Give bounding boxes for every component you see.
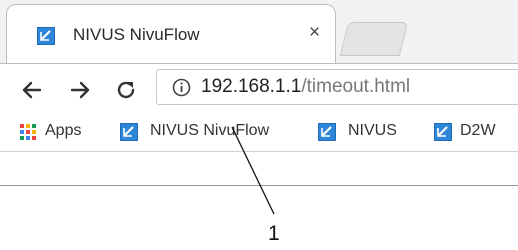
back-arrow-icon[interactable] xyxy=(20,78,44,102)
url-path: /timeout.html xyxy=(301,76,411,97)
bookmark-label: NIVUS xyxy=(348,122,397,139)
apps-bookmark[interactable]: Apps xyxy=(20,121,100,143)
reload-icon[interactable] xyxy=(114,78,138,102)
bookmark-nivus[interactable]: NIVUS xyxy=(318,121,418,143)
browser-tab[interactable]: NIVUS NivuFlow × xyxy=(6,4,336,64)
forward-arrow-icon[interactable] xyxy=(68,78,92,102)
apps-grid-icon xyxy=(20,124,36,145)
callout-number: 1 xyxy=(268,222,280,245)
apps-label: Apps xyxy=(45,122,82,139)
window-bottom-border xyxy=(0,185,518,186)
bookmark-nivus-nivuflow[interactable]: NIVUS NivuFlow xyxy=(120,121,310,143)
browser-window: NIVUS NivuFlow × 192.168.1.1/timeout.htm… xyxy=(0,0,518,186)
nivus-favicon-icon xyxy=(37,27,55,50)
url-host: 192.168.1.1 xyxy=(201,76,302,97)
tab-title: NIVUS NivuFlow xyxy=(73,25,200,44)
nivus-favicon-icon xyxy=(318,123,336,146)
bookmark-label: D2W xyxy=(460,122,496,139)
close-tab-icon[interactable]: × xyxy=(309,23,320,42)
url-text[interactable]: 192.168.1.1/timeout.html xyxy=(201,76,410,98)
tab-strip: NIVUS NivuFlow × xyxy=(0,0,518,64)
page-content-area xyxy=(0,152,518,186)
bookmark-d2w[interactable]: D2W xyxy=(434,121,514,143)
figure-stage: NIVUS NivuFlow × 192.168.1.1/timeout.htm… xyxy=(0,0,518,250)
bookmark-label: NIVUS NivuFlow xyxy=(150,122,270,139)
nivus-favicon-icon xyxy=(434,123,452,146)
info-icon[interactable] xyxy=(172,78,191,102)
new-tab-button[interactable] xyxy=(339,22,409,56)
nivus-favicon-icon xyxy=(120,123,138,146)
